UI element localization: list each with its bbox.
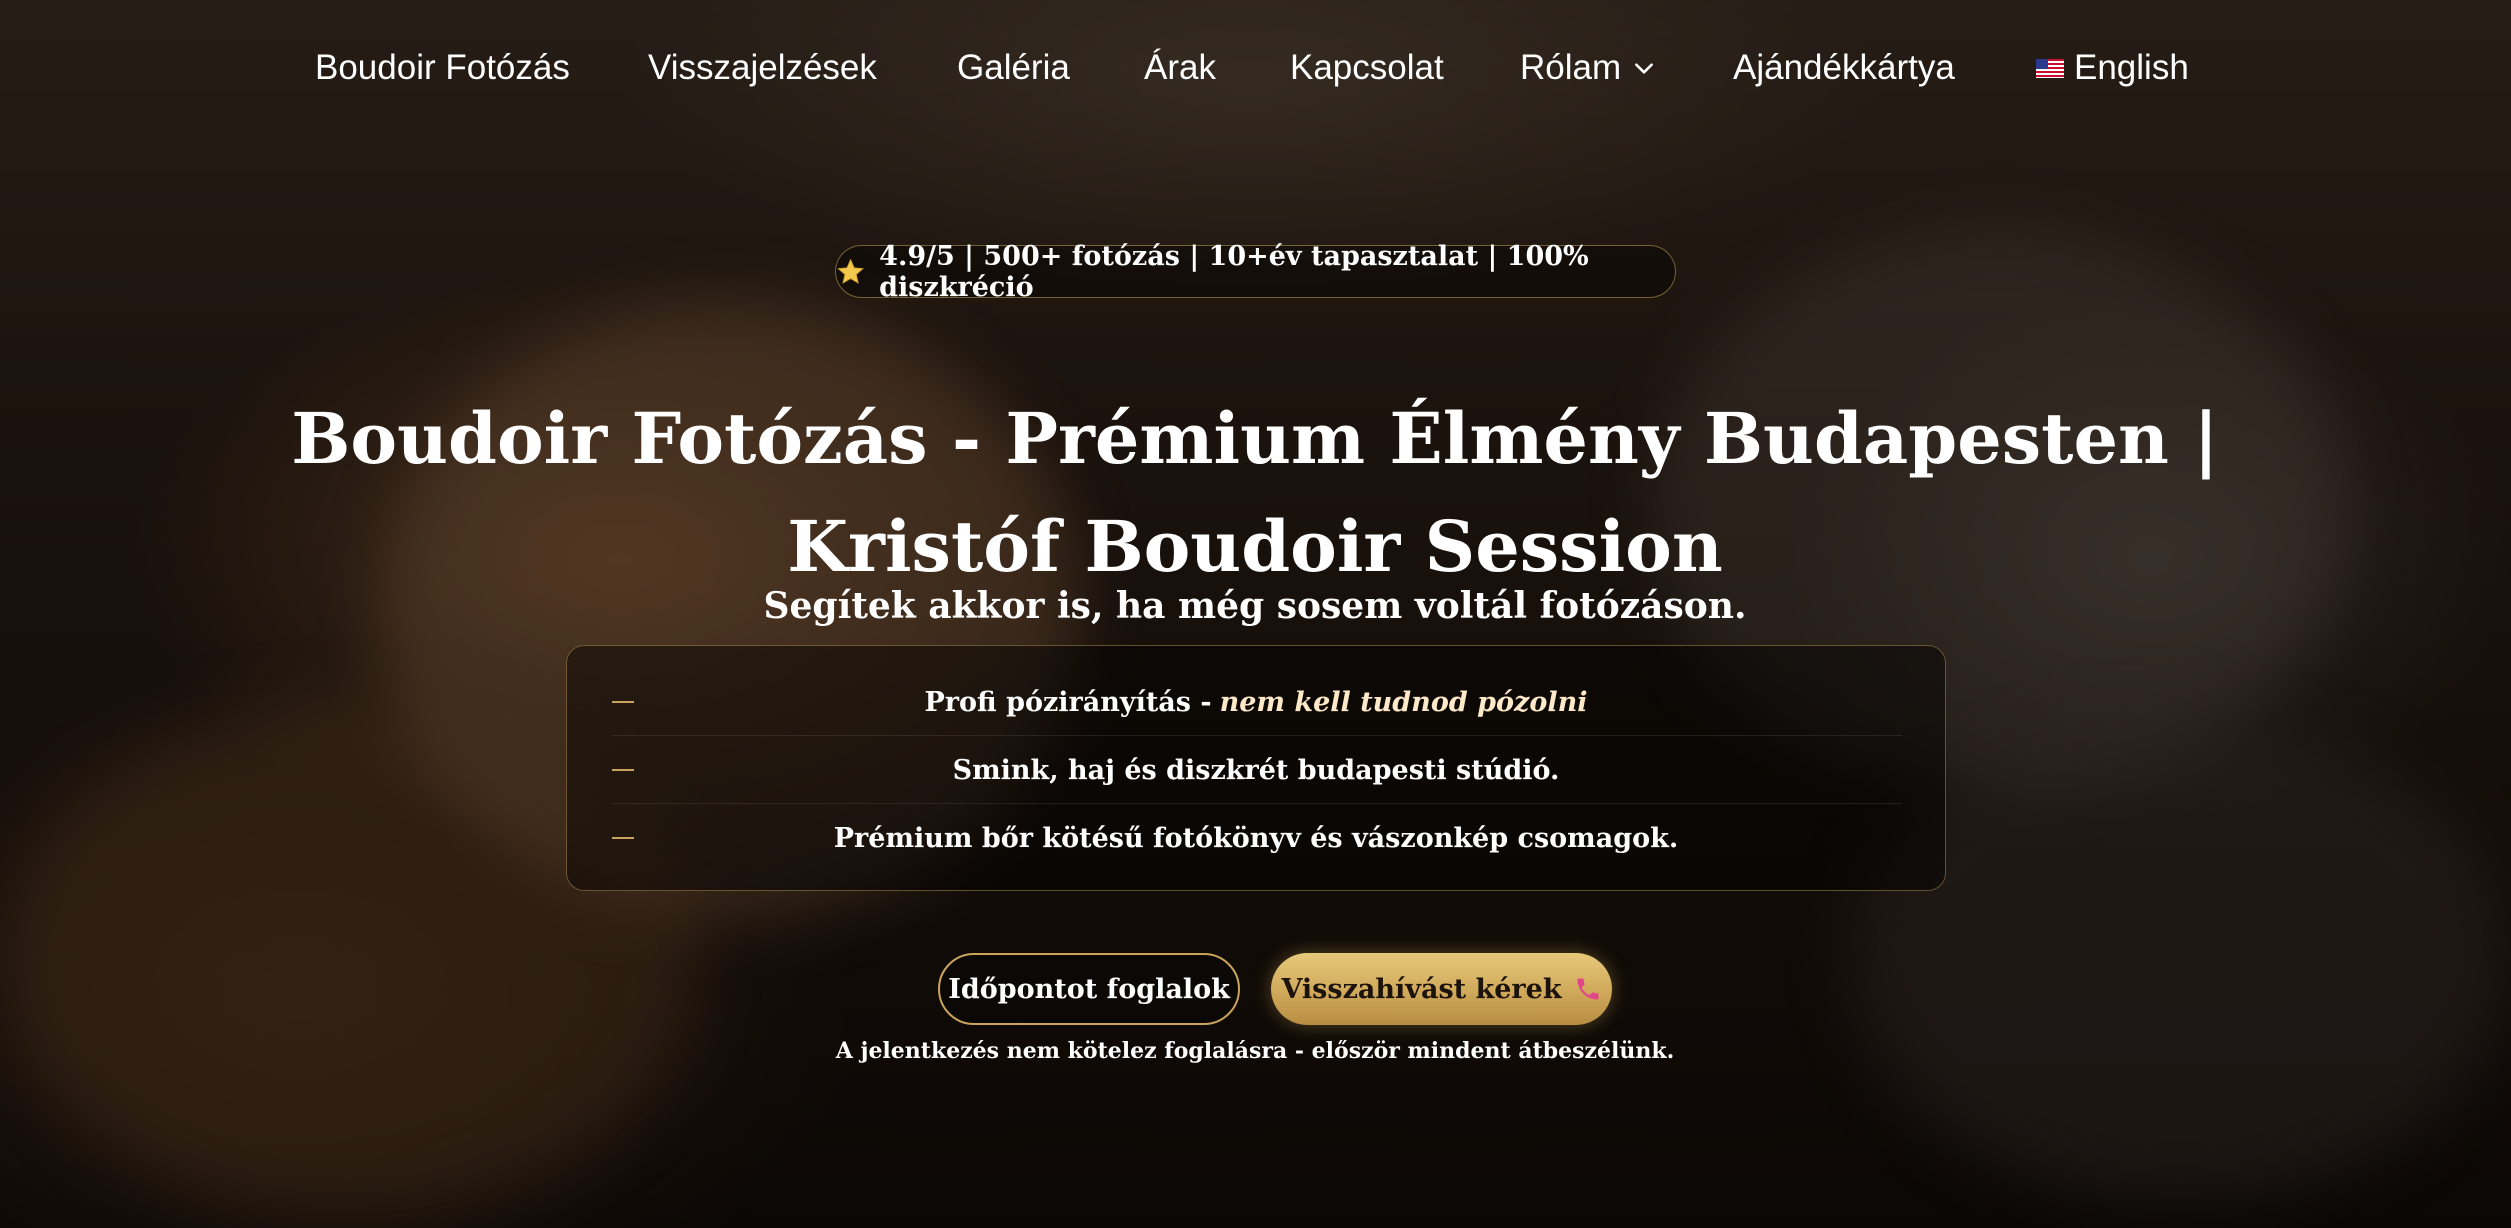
nav-item-about-label: Rólam: [1520, 48, 1622, 87]
nav-item-gift-card[interactable]: Ajándékkártya: [1733, 48, 1955, 88]
nav-item-language[interactable]: English: [2036, 48, 2189, 88]
nav-item-contact[interactable]: Kapcsolat: [1290, 48, 1444, 88]
disclaimer-note: A jelentkezés nem kötelez foglalásra - e…: [835, 1038, 1675, 1064]
phone-icon: [1577, 978, 1599, 1000]
title-line-2: Kristóf Boudoir Session: [787, 505, 1723, 588]
feature-item: Smink, haj és diszkrét budapesti stúdió.: [567, 736, 1945, 804]
feature-list: Profi pózirányítás - nem kell tudnod póz…: [566, 645, 1946, 891]
nav-item-language-label: English: [2074, 48, 2189, 87]
request-callback-button[interactable]: Visszahívást kérek: [1271, 953, 1612, 1025]
chevron-down-icon: [1635, 63, 1654, 74]
nav-item-about[interactable]: Rólam: [1520, 48, 1657, 88]
page-title: Boudoir Fotózás - Prémium Élmény Budapes…: [155, 385, 2355, 601]
nav-item-boudoir[interactable]: Boudoir Fotózás: [315, 48, 570, 88]
feature-item: Prémium bőr kötésű fotókönyv és vászonké…: [567, 804, 1945, 872]
dash-icon: [612, 769, 634, 771]
title-line-1: Boudoir Fotózás - Prémium Élmény Budapes…: [291, 397, 2219, 480]
nav-item-prices[interactable]: Árak: [1144, 48, 1216, 88]
feature-item: Profi pózirányítás - nem kell tudnod póz…: [567, 668, 1945, 736]
rating-badge: 4.9/5 | 500+ fotózás | 10+év tapasztalat…: [835, 241, 1676, 303]
feature-text: Prémium bőr kötésű fotókönyv és vászonké…: [833, 822, 1679, 854]
hero-subtitle: Segítek akkor is, ha még sosem voltál fo…: [763, 585, 1747, 627]
nav-item-gallery[interactable]: Galéria: [957, 48, 1070, 88]
book-appointment-button[interactable]: Időpontot foglalok: [938, 953, 1240, 1025]
feature-emphasis: nem kell tudnod pózolni: [1219, 686, 1588, 718]
star-icon: [837, 258, 864, 284]
feature-text: Smink, haj és diszkrét budapesti stúdió.: [952, 754, 1560, 786]
rating-text: 4.9/5 | 500+ fotózás | 10+év tapasztalat…: [879, 240, 1589, 303]
feature-text: Profi pózirányítás -: [924, 686, 1212, 718]
request-callback-label: Visszahívást kérek: [1281, 973, 1562, 1005]
nav-item-feedback[interactable]: Visszajelzések: [648, 48, 877, 88]
us-flag-icon: [2036, 58, 2064, 78]
dash-icon: [612, 837, 634, 839]
main-navigation: Boudoir Fotózás Visszajelzések Galéria Á…: [0, 0, 2511, 140]
dash-icon: [612, 701, 634, 703]
